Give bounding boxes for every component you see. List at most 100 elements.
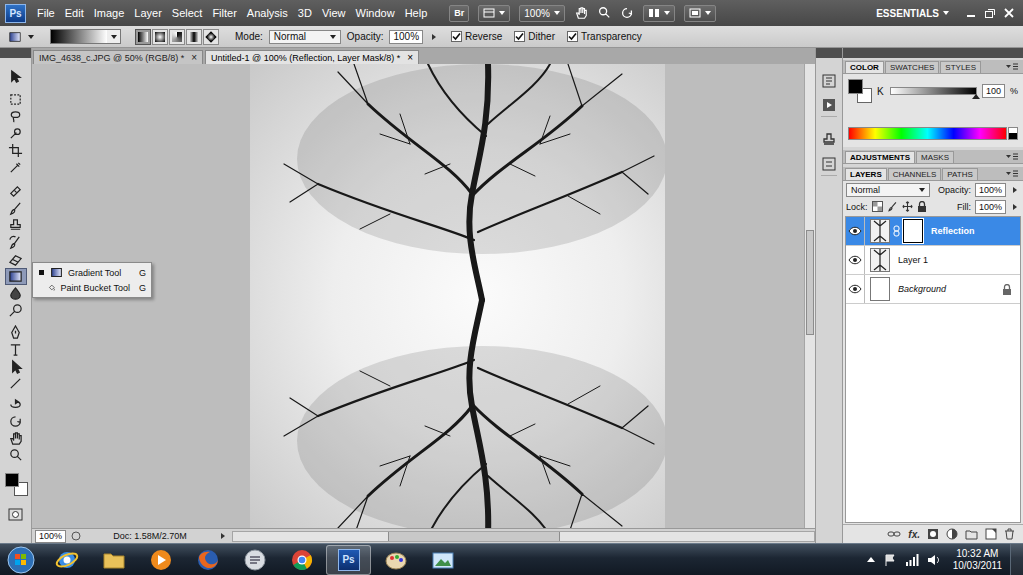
opacity-field[interactable]: 100% [975, 183, 1006, 197]
tool-button[interactable] [5, 268, 27, 285]
layer-row[interactable]: Reflection [846, 217, 1020, 246]
scroll-thumb[interactable] [388, 532, 560, 541]
menu-item[interactable]: Edit [65, 7, 84, 19]
volume-icon[interactable] [927, 553, 941, 567]
taskbar-app[interactable] [279, 545, 324, 575]
tool-button[interactable] [5, 396, 27, 413]
blend-mode-dropdown[interactable]: Normal [846, 183, 930, 197]
adjustment-layer-icon[interactable] [946, 528, 958, 540]
tool-button[interactable] [5, 430, 27, 447]
black-white-ramp[interactable] [1008, 127, 1018, 140]
menu-item[interactable]: Help [405, 7, 428, 19]
tool-button[interactable] [5, 234, 27, 251]
color-spectrum[interactable] [848, 127, 1007, 140]
panel-menu-icon[interactable] [1005, 152, 1019, 161]
trash-icon[interactable] [1004, 528, 1015, 540]
view-extras-button[interactable] [478, 5, 510, 22]
fill-slider-arrow[interactable] [1013, 204, 1017, 210]
k-value-field[interactable]: 100 [982, 84, 1005, 98]
tool-button[interactable] [5, 125, 27, 142]
option-checkbox[interactable]: Reverse [451, 31, 502, 42]
taskbar-app[interactable] [185, 545, 230, 575]
gradient-type-button[interactable] [135, 29, 151, 45]
tool-button[interactable] [5, 200, 27, 217]
tool-button[interactable] [5, 375, 27, 392]
k-slider[interactable] [890, 87, 977, 95]
foreground-color-swatch[interactable] [848, 79, 863, 94]
gradient-type-button[interactable] [169, 29, 185, 45]
brush-presets-icon[interactable] [821, 156, 837, 172]
lock-position-icon[interactable] [902, 201, 913, 212]
gradient-picker[interactable] [50, 29, 121, 44]
taskbar-app[interactable] [138, 545, 183, 575]
tool-button[interactable] [5, 108, 27, 125]
panel-tab[interactable]: ADJUSTMENTS [845, 151, 915, 163]
tool-button[interactable] [5, 251, 27, 268]
taskbar-app[interactable] [232, 545, 277, 575]
chain-link-icon[interactable] [893, 225, 900, 237]
zoom-field[interactable]: 100% [35, 530, 66, 543]
tool-preset-picker[interactable] [6, 30, 34, 44]
foreground-color-swatch[interactable] [5, 473, 19, 487]
panel-menu-icon[interactable] [1005, 169, 1019, 178]
tool-button[interactable] [5, 413, 27, 430]
zoom-level-dropdown[interactable]: 100% [519, 5, 565, 22]
menu-item[interactable]: Window [356, 7, 395, 19]
tool-button[interactable] [5, 285, 27, 302]
start-button[interactable] [0, 545, 42, 575]
gradient-type-button[interactable] [152, 29, 168, 45]
taskbar-app[interactable]: Ps [326, 545, 371, 575]
scroll-thumb[interactable] [806, 230, 814, 335]
clock[interactable]: 10:32 AM10/03/2011 [953, 548, 1002, 572]
visibility-toggle[interactable] [846, 275, 865, 303]
panel-tab[interactable]: LAYERS [845, 168, 887, 180]
screen-mode-button[interactable] [684, 5, 716, 22]
taskbar-app[interactable] [373, 545, 418, 575]
menu-item[interactable]: Analysis [247, 7, 288, 19]
slider-marker[interactable] [972, 94, 980, 99]
menu-item[interactable]: Layer [134, 7, 162, 19]
link-layers-icon[interactable] [887, 529, 901, 539]
color-swatches[interactable] [4, 472, 28, 496]
menu-item[interactable]: Image [94, 7, 125, 19]
document-tab[interactable]: IMG_4638_c.JPG @ 50% (RGB/8) *× [33, 50, 203, 64]
zoom-icon[interactable] [597, 6, 611, 20]
layer-style-button[interactable]: fx. [908, 529, 920, 540]
menu-item[interactable]: Select [172, 7, 203, 19]
tool-button[interactable] [5, 68, 27, 85]
gradient-type-button[interactable] [203, 29, 219, 45]
tool-button[interactable] [5, 91, 27, 108]
panel-tab[interactable]: SWATCHES [885, 61, 939, 73]
tool-button[interactable] [5, 159, 27, 176]
tool-button[interactable] [5, 358, 27, 375]
layer-row[interactable]: Layer 1 [846, 246, 1020, 275]
checkbox[interactable] [451, 31, 462, 42]
hand-icon[interactable] [574, 6, 588, 20]
visibility-toggle[interactable] [846, 246, 865, 274]
taskbar-app[interactable] [44, 545, 89, 575]
restore-icon[interactable] [984, 7, 996, 19]
actions-panel-icon[interactable] [821, 97, 837, 113]
show-hidden-icons[interactable] [867, 557, 875, 562]
tool-button[interactable] [5, 302, 27, 319]
bridge-button[interactable]: Br [449, 5, 469, 22]
taskbar-app[interactable] [420, 545, 465, 575]
new-group-icon[interactable] [965, 529, 978, 540]
lock-all-icon[interactable] [917, 201, 927, 212]
status-menu-arrow[interactable] [221, 533, 225, 539]
arrange-documents-button[interactable] [643, 5, 675, 22]
fill-field[interactable]: 100% [975, 200, 1006, 214]
minimize-icon[interactable] [965, 7, 977, 19]
lock-transparency-icon[interactable] [872, 201, 883, 212]
option-checkbox[interactable]: Dither [514, 31, 555, 42]
panel-tab[interactable]: COLOR [845, 61, 884, 73]
horizontal-scrollbar[interactable] [232, 531, 815, 542]
rotate-view-icon[interactable] [620, 6, 634, 20]
tool-button[interactable] [5, 183, 27, 200]
close-tab-button[interactable]: × [407, 52, 413, 63]
document-tab[interactable]: Untitled-1 @ 100% (Reflection, Layer Mas… [205, 50, 419, 64]
gradient-type-button[interactable] [186, 29, 202, 45]
document-info-icon[interactable] [70, 531, 82, 541]
checkbox[interactable] [567, 31, 578, 42]
clone-source-icon[interactable] [821, 132, 837, 148]
